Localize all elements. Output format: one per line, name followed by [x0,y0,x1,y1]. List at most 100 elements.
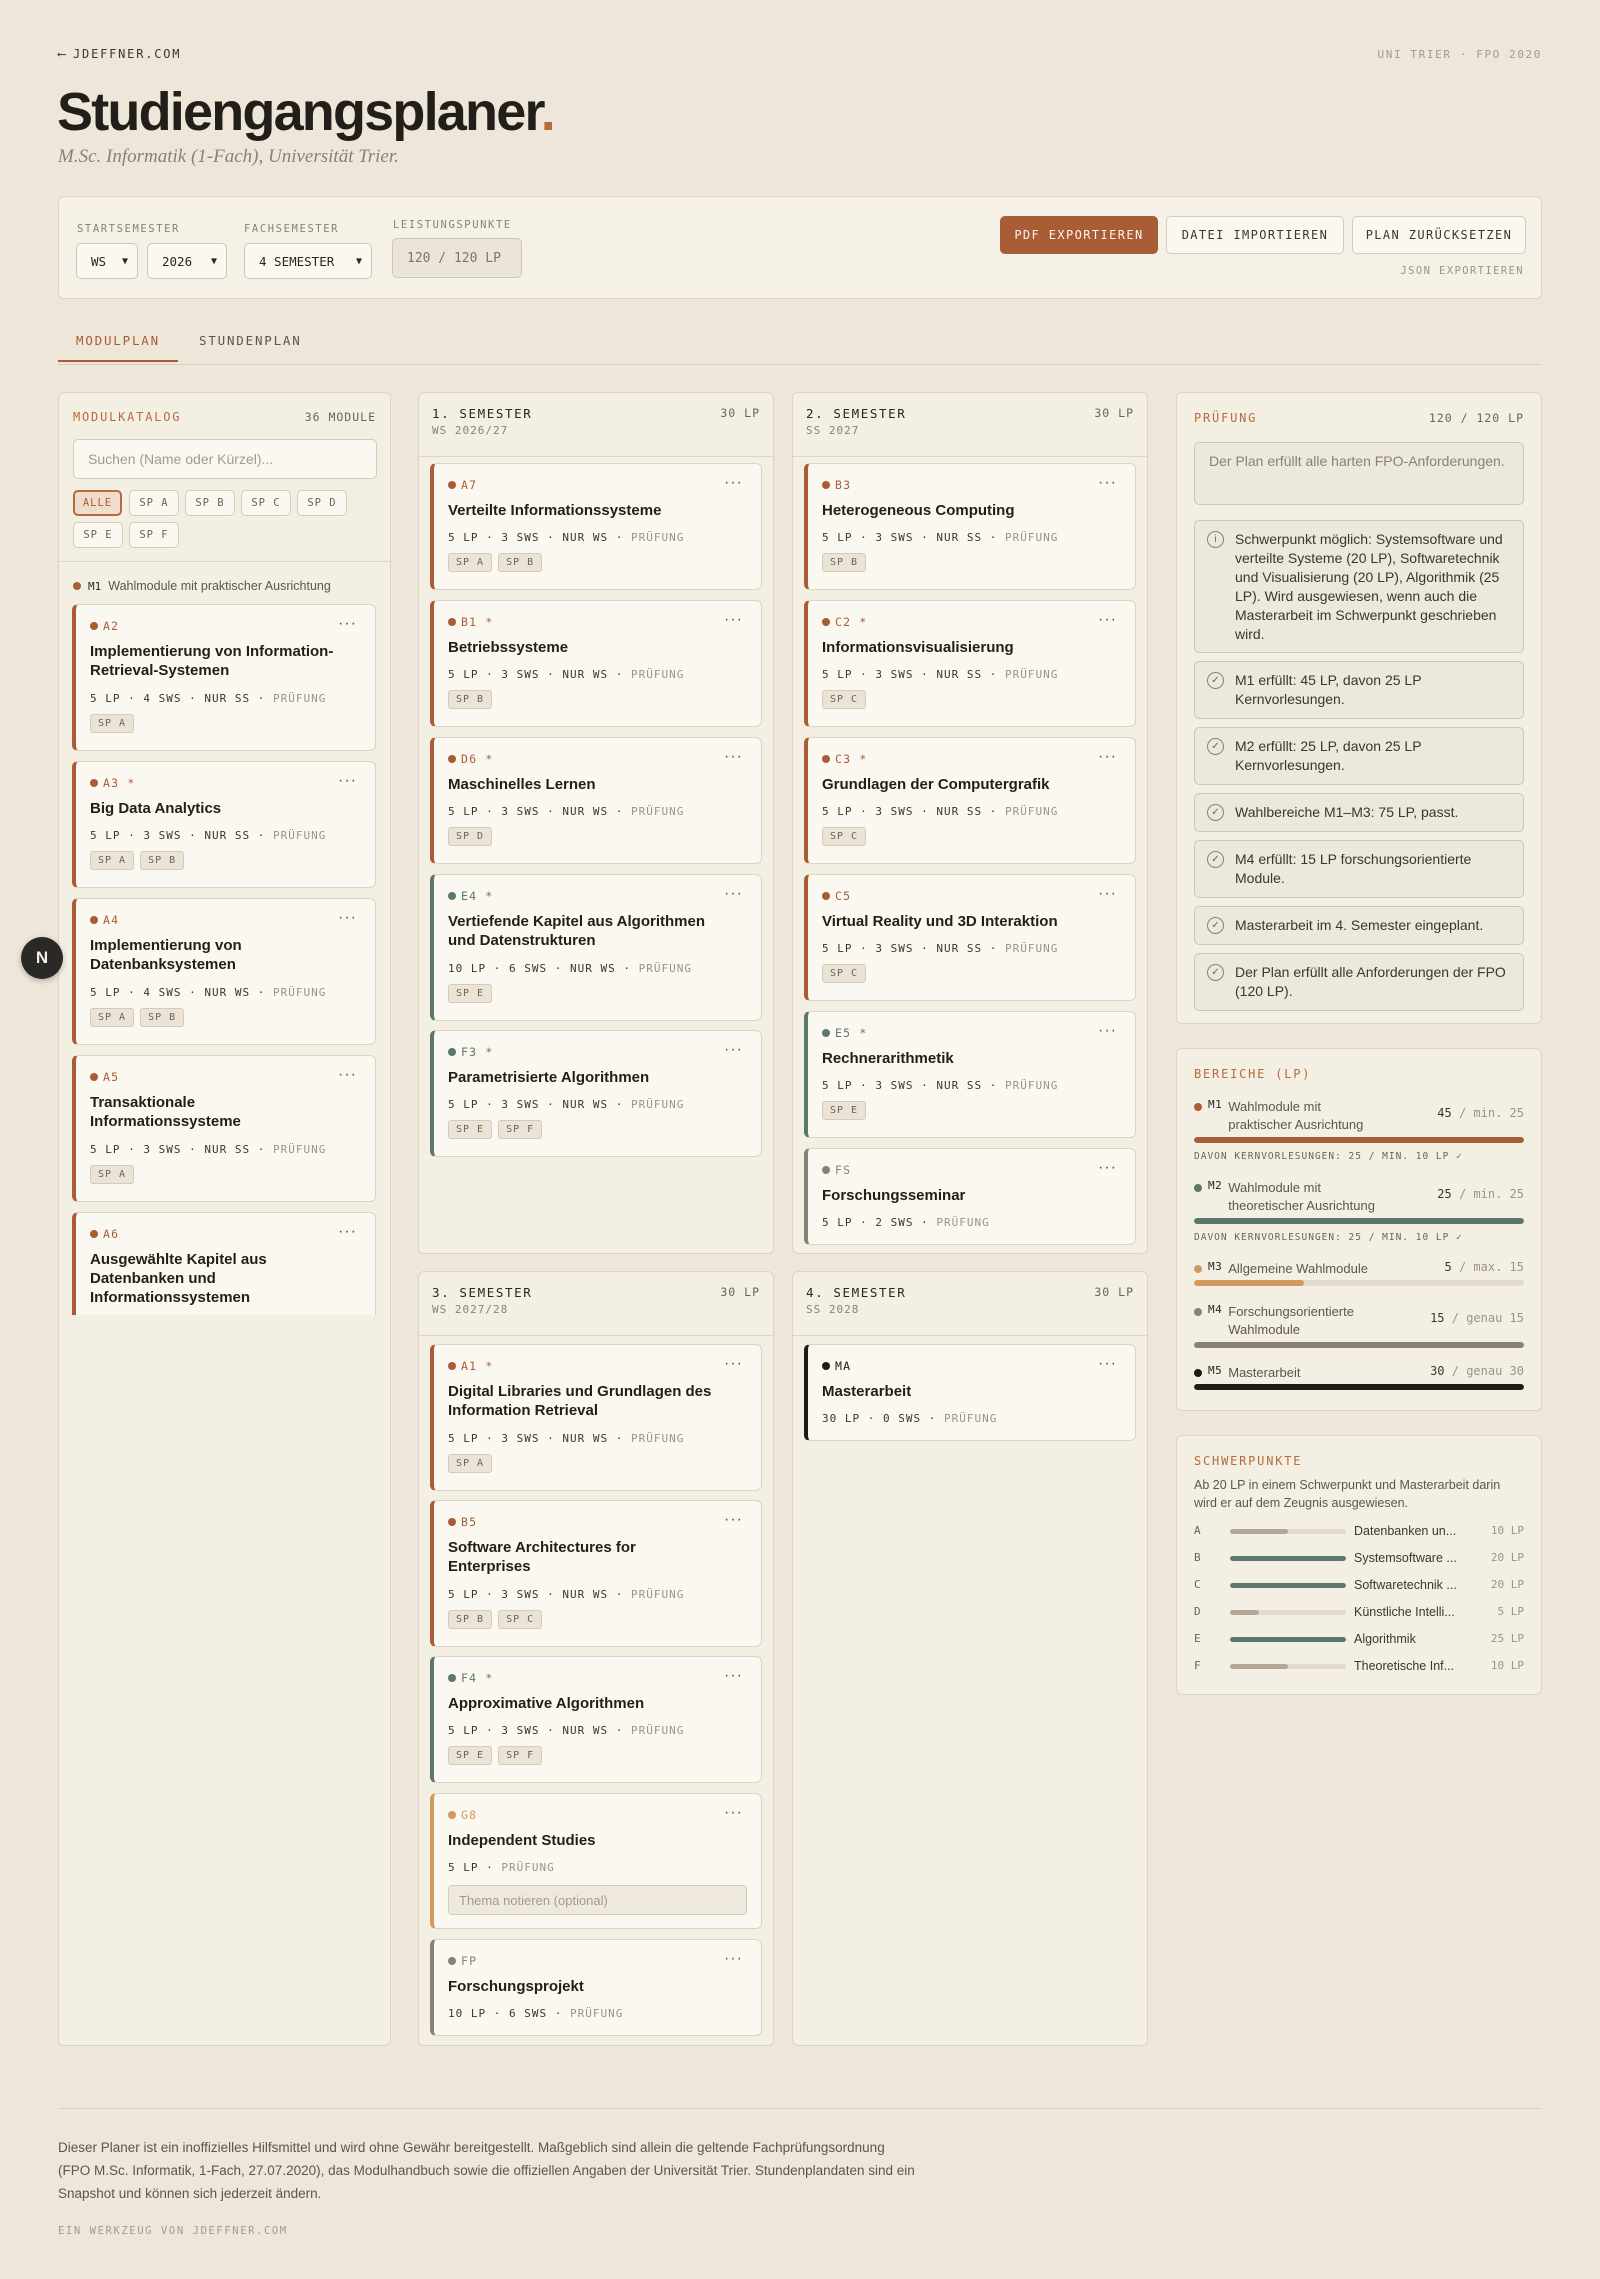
import-file-button[interactable]: DATEI IMPORTIEREN [1166,216,1344,254]
module-card-b5[interactable]: B5 ··· Software Architectures for Enterp… [430,1500,762,1647]
more-options-icon[interactable]: ··· [1098,1355,1117,1373]
catalog-card-a6[interactable]: A6 ··· Ausgewählte Kapitel aus Datenbank… [72,1212,376,1315]
bereich-row-m1: M1 Wahlmodule mit praktischer Ausrichtung… [1194,1098,1524,1162]
divider [59,561,390,562]
back-link[interactable]: ⟵ JDEFFNER.COM [58,47,181,61]
module-meta: 5 LP · 3 SWS · NUR WS · PRÜFUNG [448,1588,685,1601]
module-card-e5[interactable]: E5 * ··· Rechnerarithmetik 5 LP · 3 SWS … [804,1011,1136,1138]
pdf-export-button[interactable]: PDF EXPORTIEREN [1000,216,1158,254]
more-options-icon[interactable]: ··· [1098,748,1117,766]
json-export-link[interactable]: JSON EXPORTIEREN [1400,265,1524,277]
module-catalog: MODULKATALOG 36 MODULE Suchen (Name oder… [58,392,391,2046]
more-options-icon[interactable]: ··· [1098,1022,1117,1040]
more-options-icon[interactable]: ··· [724,1511,743,1529]
module-card-f4[interactable]: F4 * ··· Approximative Algorithmen 5 LP … [430,1656,762,1783]
more-options-icon[interactable]: ··· [724,1041,743,1059]
tag-sp: SP E [448,984,493,1003]
filter-sp-d[interactable]: SP D [297,490,347,516]
module-card-b3[interactable]: B3 ··· Heterogeneous Computing 5 LP · 3 … [804,463,1136,590]
tag-sp: SP A [90,1165,135,1184]
more-options-icon[interactable]: ··· [338,1066,357,1084]
module-card-a7[interactable]: A7 ··· Verteilte Informationssysteme 5 L… [430,463,762,590]
more-options-icon[interactable]: ··· [724,1355,743,1373]
more-options-icon[interactable]: ··· [338,772,357,790]
module-card-fs[interactable]: FS ··· Forschungsseminar 5 LP · 2 SWS · … [804,1148,1136,1245]
filter-sp-b[interactable]: SP B [185,490,235,516]
catalog-card-a3[interactable]: A3 * ··· Big Data Analytics 5 LP · 3 SWS… [72,761,376,888]
module-title: Digital Libraries und Grundlagen des Inf… [448,1383,712,1419]
more-options-icon[interactable]: ··· [1098,474,1117,492]
pruefung-check: ✓ Wahlbereiche M1–M3: 75 LP, passt. [1194,793,1524,832]
module-card-c2[interactable]: C2 * ··· Informationsvisualisierung 5 LP… [804,600,1136,727]
topic-note-input[interactable]: Thema notieren (optional) [448,1885,747,1915]
tab-modulplan[interactable]: MODULPLAN [58,333,178,362]
more-options-icon[interactable]: ··· [724,474,743,492]
footer: Dieser Planer ist ein inoffizielles Hilf… [58,2108,1542,2237]
more-options-icon[interactable]: ··· [1098,885,1117,903]
context-label: UNI TRIER · FPO 2020 [1377,47,1542,61]
tag-sp: SP C [822,964,867,983]
module-meta: 5 LP · 3 SWS · NUR WS · PRÜFUNG [448,1432,685,1445]
module-tags: SP B [822,553,867,572]
module-card-e4[interactable]: E4 * ··· Vertiefende Kapitel aus Algorit… [430,874,762,1021]
module-card-a1[interactable]: A1 * ··· Digital Libraries und Grundlage… [430,1344,762,1491]
fachsemester-select[interactable]: 4 SEMESTER ▼ [244,243,372,279]
more-options-icon[interactable]: ··· [338,1223,357,1241]
more-options-icon[interactable]: ··· [724,1804,743,1822]
tag-sp: SP E [822,1101,867,1120]
module-card-d6[interactable]: D6 * ··· Maschinelles Lernen 5 LP · 3 SW… [430,737,762,864]
catalog-card-a4[interactable]: A4 ··· Implementierung von Datenbanksyst… [72,898,376,1045]
view-tabs: MODULPLAN STUNDENPLAN [58,325,1542,365]
filter-alle[interactable]: ALLE [73,490,122,516]
filter-sp-a[interactable]: SP A [129,490,179,516]
reset-plan-button[interactable]: PLAN ZURÜCKSETZEN [1352,216,1526,254]
filter-sp-c[interactable]: SP C [241,490,291,516]
more-options-icon[interactable]: ··· [724,748,743,766]
start-term-select[interactable]: WS ▼ [76,243,138,279]
module-title: Betriebssysteme [448,639,569,656]
more-options-icon[interactable]: ··· [724,611,743,629]
more-options-icon[interactable]: ··· [338,909,357,927]
module-code: F4 * [448,1671,494,1685]
start-year-select[interactable]: 2026 ▼ [147,243,227,279]
more-options-icon[interactable]: ··· [338,615,357,633]
more-options-icon[interactable]: ··· [724,1667,743,1685]
module-code: C2 * [822,615,868,629]
more-options-icon[interactable]: ··· [1098,1159,1117,1177]
tab-stundenplan[interactable]: STUNDENPLAN [199,333,302,360]
module-card-g8[interactable]: G8 ··· Independent Studies 5 LP · PRÜFUN… [430,1793,762,1929]
more-options-icon[interactable]: ··· [724,1950,743,1968]
module-meta: 30 LP · 0 SWS · PRÜFUNG [822,1412,998,1425]
filter-sp-e[interactable]: SP E [73,522,123,548]
module-title: Ausgewählte Kapitel aus Datenbanken und … [90,1251,267,1306]
tag-sp: SP A [90,1008,135,1027]
lp-display: 120 / 120 LP [392,238,522,278]
module-tags: SP C [822,827,867,846]
module-code: A1 * [448,1359,494,1373]
floating-n-badge[interactable]: N [21,937,63,979]
module-card-c5[interactable]: C5 ··· Virtual Reality und 3D Interaktio… [804,874,1136,1001]
module-card-b1[interactable]: B1 * ··· Betriebssysteme 5 LP · 3 SWS · … [430,600,762,727]
module-card-c3[interactable]: C3 * ··· Grundlagen der Computergrafik 5… [804,737,1136,864]
more-options-icon[interactable]: ··· [1098,611,1117,629]
chevron-down-icon: ▼ [121,255,128,267]
module-card-ma[interactable]: MA ··· Masterarbeit 30 LP · 0 SWS · PRÜF… [804,1344,1136,1441]
catalog-search-input[interactable]: Suchen (Name oder Kürzel)... [73,439,377,479]
catalog-card-a5[interactable]: A5 ··· Transaktionale Informationssystem… [72,1055,376,1202]
bereich-value: 30 / genau 30 [1430,1364,1524,1378]
progress-bar [1194,1384,1524,1390]
module-code: E5 * [822,1026,868,1040]
bereiche-panel: BEREICHE (LP) M1 Wahlmodule mit praktisch… [1176,1048,1542,1411]
footer-signature[interactable]: EIN WERKZEUG VON JDEFFNER.COM [58,2225,288,2237]
module-card-fp[interactable]: FP ··· Forschungsprojekt 10 LP · 6 SWS ·… [430,1939,762,2036]
catalog-card-a2[interactable]: A2 ··· Implementierung von Information-R… [72,604,376,751]
module-card-f3[interactable]: F3 * ··· Parametrisierte Algorithmen 5 L… [430,1030,762,1157]
module-tags: SP E SP F [448,1746,543,1765]
module-title: Independent Studies [448,1832,596,1849]
top-bar: ⟵ JDEFFNER.COM UNI TRIER · FPO 2020 [58,46,1542,62]
filter-sp-f[interactable]: SP F [129,522,179,548]
module-code: E4 * [448,889,494,903]
module-meta: 10 LP · 6 SWS · PRÜFUNG [448,2007,624,2020]
more-options-icon[interactable]: ··· [724,885,743,903]
pruefung-check: ✓ M2 erfüllt: 25 LP, davon 25 LP Kernvorl… [1194,727,1524,785]
